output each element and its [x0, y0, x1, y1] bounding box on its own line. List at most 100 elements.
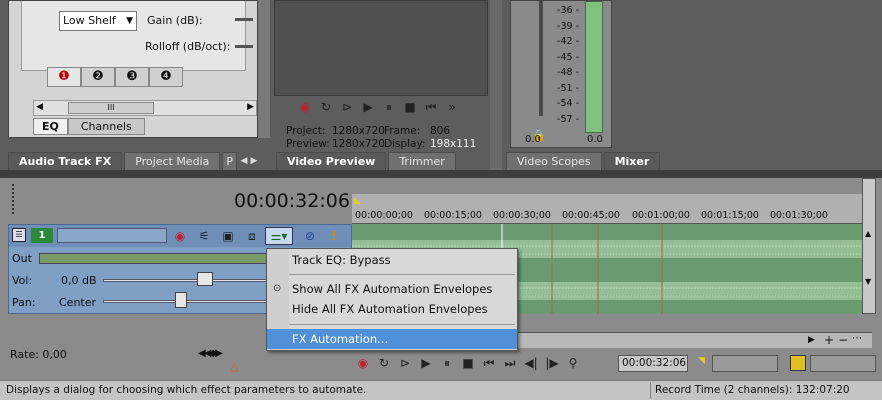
track-menu-icon[interactable]: ☰: [12, 228, 26, 242]
record-icon[interactable]: ◉: [296, 98, 314, 116]
pan-slider-thumb[interactable]: [175, 292, 187, 308]
more-icon[interactable]: »: [443, 98, 461, 116]
menu-item-fx-automation[interactable]: FX Automation...: [267, 329, 517, 349]
track-top-row: ☰ 1 ◉ ⚟ ▣ ⧈ ⚌▾ ⊘ !: [9, 225, 351, 247]
ruler-label-2: 00:00:30;00: [493, 210, 551, 221]
marker-pin-icon[interactable]: ⚲: [564, 354, 582, 372]
tab-eq[interactable]: EQ: [33, 118, 68, 135]
band-tab-4[interactable]: ❹: [149, 67, 183, 87]
ruler-label-4: 00:01:00;00: [632, 210, 690, 221]
band-tab-2[interactable]: ❷: [81, 67, 115, 87]
rate-slider-icon[interactable]: ◀◀◆▶: [198, 348, 223, 359]
preview-scrollbar[interactable]: [490, 0, 502, 170]
eq-scrollbar[interactable]: ◀ III ▶: [33, 100, 257, 116]
play-from-start-icon[interactable]: ⊳: [338, 98, 356, 116]
menu-separator: [289, 324, 515, 325]
loop-button[interactable]: ↻: [375, 354, 393, 372]
vol-slider-thumb[interactable]: [197, 272, 213, 286]
pause-button[interactable]: ⏸: [438, 354, 456, 372]
menu-item-show-envelopes[interactable]: ⊙ Show All FX Automation Envelopes: [267, 279, 517, 299]
tab-audio-track-fx[interactable]: Audio Track FX: [8, 152, 123, 170]
scroll-down-icon[interactable]: ▼: [865, 277, 871, 286]
mute-icon[interactable]: ⊘: [301, 227, 319, 245]
go-end-button[interactable]: ⏭: [501, 354, 519, 372]
gain-slider[interactable]: [235, 18, 253, 21]
tab-trimmer[interactable]: Trimmer: [388, 152, 456, 170]
out-label: Out: [12, 252, 32, 265]
drag-grip[interactable]: [12, 184, 16, 214]
zoom-out-icon[interactable]: −: [838, 333, 848, 347]
pause-icon[interactable]: ⏸: [380, 98, 398, 116]
timeline-ruler[interactable]: ◣ 00:00:00;00 00:00:15;00 00:00:30;00 00…: [352, 194, 862, 224]
tab-video-preview[interactable]: Video Preview: [276, 152, 387, 170]
panel-scrollbar[interactable]: [258, 0, 270, 138]
tab-scroll-right-icon[interactable]: ▶: [249, 152, 259, 170]
track-name-field[interactable]: [57, 228, 167, 243]
tab-project-media[interactable]: Project Media: [124, 152, 221, 170]
radio-checked-icon: ⊙: [273, 283, 282, 294]
record-time-panel: Record Time (2 channels): 132:07:20: [650, 382, 880, 399]
hscroll-right-icon[interactable]: ▶: [808, 335, 815, 345]
eq-window: Low Shelf ▼ Gain (dB): Rolloff (dB/oct):…: [8, 0, 258, 138]
snapshot-icon[interactable]: [790, 355, 806, 371]
status-message: Displays a dialog for choosing which eff…: [6, 384, 367, 396]
menu-item-track-eq-bypass[interactable]: Track EQ: Bypass: [267, 250, 517, 270]
tab-more[interactable]: P: [222, 152, 237, 170]
ruler-label-3: 00:00:45;00: [562, 210, 620, 221]
project-value: 1280x720: [332, 125, 385, 137]
track-fx-icon[interactable]: ▣: [219, 227, 237, 245]
arm-record-icon[interactable]: ◉: [171, 227, 189, 245]
play-button[interactable]: ▶: [417, 354, 435, 372]
ruler-label-5: 00:01:15;00: [701, 210, 759, 221]
zoom-in-icon[interactable]: +: [824, 333, 834, 347]
tab-mixer[interactable]: Mixer: [603, 152, 661, 170]
play-icon[interactable]: ▶: [359, 98, 377, 116]
timeline-transport: ◉ ↻ ⊳ ▶ ⏸ ■ ⏮ ⏭ ◀| |▶ ⚲: [354, 354, 582, 374]
meter-scale: -36 - -39 - -42 - -45 - -48 - -51 - -54 …: [557, 5, 579, 125]
stop-icon[interactable]: ■: [401, 98, 419, 116]
gain-label: Gain (dB):: [147, 14, 203, 27]
splitter[interactable]: [0, 170, 882, 178]
tabbar-left: Audio Track FX Project Media P ◀ ▶: [8, 150, 270, 170]
stop-button[interactable]: ■: [459, 354, 477, 372]
loop-icon[interactable]: ↻: [317, 98, 335, 116]
pan-label: Pan:: [12, 296, 36, 309]
next-frame-button[interactable]: |▶: [543, 354, 561, 372]
rolloff-label: Rolloff (dB/oct):: [145, 40, 231, 53]
selection-length-field[interactable]: [810, 355, 876, 372]
band-tab-3[interactable]: ❸: [115, 67, 149, 87]
scroll-up-icon[interactable]: ▲: [865, 229, 871, 238]
track-number-badge: 1: [31, 228, 53, 243]
project-label: Project:: [286, 125, 326, 137]
go-start-button[interactable]: ⏮: [480, 354, 498, 372]
fader-track[interactable]: [539, 1, 543, 116]
tab-channels[interactable]: Channels: [67, 118, 145, 135]
tab-video-scopes[interactable]: Video Scopes: [506, 152, 602, 170]
bypass-fx-icon[interactable]: ⚟: [195, 227, 213, 245]
scroll-left-icon[interactable]: ◀: [36, 102, 43, 112]
automation-icon[interactable]: ⚌▾: [265, 227, 293, 245]
marker-icon: ◣: [354, 196, 361, 206]
band-tab-1[interactable]: ❶: [47, 67, 81, 87]
selection-field[interactable]: [712, 355, 778, 372]
record-button[interactable]: ◉: [354, 354, 372, 372]
menu-separator: [289, 274, 515, 275]
scroll-thumb[interactable]: III: [68, 102, 154, 114]
tab-scroll-left-icon[interactable]: ◀: [239, 152, 249, 170]
compositing-icon[interactable]: ⧈: [243, 227, 261, 245]
prev-frame-icon[interactable]: ⏮: [422, 98, 440, 116]
vol-slider[interactable]: [103, 279, 269, 282]
rate-label: Rate: 0,00: [10, 348, 67, 361]
filter-type-dropdown[interactable]: Low Shelf ▼: [59, 11, 137, 31]
menu-item-hide-envelopes[interactable]: Hide All FX Automation Envelopes: [267, 299, 517, 319]
timecode-display: 00:00:32:06: [234, 190, 350, 212]
scroll-right-icon[interactable]: ▶: [247, 102, 254, 112]
solo-icon[interactable]: !: [325, 227, 343, 245]
ruler-label-1: 00:00:15;00: [424, 210, 482, 221]
rolloff-slider[interactable]: [235, 45, 253, 48]
cursor-time-field[interactable]: 00:00:32:06: [618, 355, 688, 372]
prev-frame-button[interactable]: ◀|: [522, 354, 540, 372]
play-from-start-button[interactable]: ⊳: [396, 354, 414, 372]
vertical-scrollbar[interactable]: ▲ ▼: [862, 178, 876, 314]
tools-icon[interactable]: ⋯: [852, 333, 862, 344]
